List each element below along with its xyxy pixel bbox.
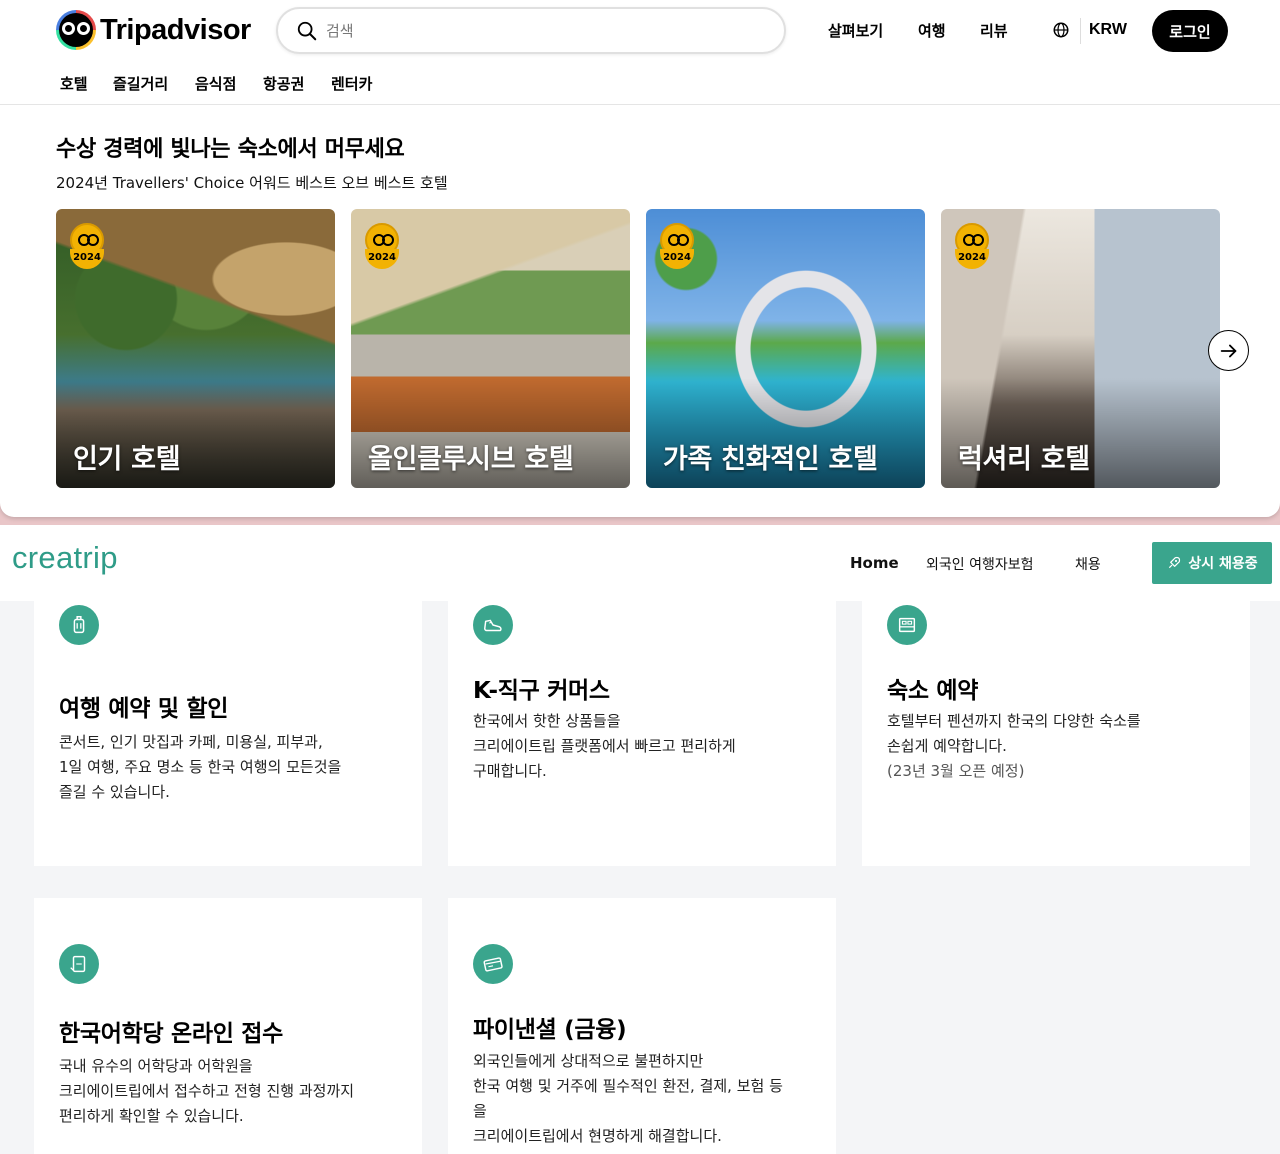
section-title: 수상 경력에 빛나는 숙소에서 머무세요 — [56, 137, 405, 162]
form-icon — [59, 944, 99, 984]
subnav-hotels[interactable]: 호텔 — [60, 73, 88, 94]
currency-selector[interactable]: KRW — [1089, 21, 1127, 39]
search-box[interactable] — [276, 7, 786, 54]
card-icon — [473, 944, 513, 984]
service-card-accommodation[interactable]: 숙소 예약 호텔부터 펜션까지 한국의 다양한 숙소를 손쉽게 예약합니다. (23… — [862, 601, 1250, 866]
opening-note: (23년 3월 오픈 예정) — [887, 762, 1025, 780]
service-description: 콘서트, 인기 맛집과 카페, 미용실, 피부과, 1일 여행, 주요 명소 등 … — [59, 733, 342, 801]
bed-icon — [887, 605, 927, 645]
travellers-choice-badge-icon: 2024 — [955, 223, 989, 269]
nav-reviews[interactable]: 리뷰 — [980, 20, 1008, 41]
nav-trips[interactable]: 여행 — [918, 20, 946, 41]
nav-travel-insurance[interactable]: 외국인 여행자보험 — [926, 554, 1034, 574]
hotel-card-family[interactable]: 2024 가족 친화적인 호텔 — [646, 209, 925, 488]
travellers-choice-badge-icon: 2024 — [660, 223, 694, 269]
service-description: 국내 유수의 어학당과 어학원을 크리에이트립에서 접수하고 전형 진행 과정까지… — [59, 1057, 355, 1125]
globe-icon[interactable] — [1052, 21, 1070, 39]
card-label: 럭셔리 호텔 — [958, 444, 1090, 475]
nav-home[interactable]: Home — [850, 554, 899, 572]
service-card-travel-booking[interactable]: 여행 예약 및 할인 콘서트, 인기 맛집과 카페, 미용실, 피부과, 1일 여… — [34, 601, 422, 866]
hotel-card-popular[interactable]: 2024 인기 호텔 — [56, 209, 335, 488]
hiring-button[interactable]: 상시 채용중 — [1152, 542, 1272, 584]
tripadvisor-logo[interactable]: Tripadvisor — [56, 10, 251, 50]
owl-icon — [56, 10, 96, 50]
hiring-button-label: 상시 채용중 — [1188, 556, 1258, 572]
rocket-icon — [1169, 556, 1181, 569]
service-title: K-직구 커머스 — [473, 678, 610, 704]
carousel-next-button[interactable] — [1208, 330, 1249, 371]
service-title: 파이낸셜 (금융) — [473, 1017, 627, 1043]
service-title: 숙소 예약 — [887, 678, 979, 704]
hotel-card-luxury[interactable]: 2024 럭셔리 호텔 — [941, 209, 1220, 488]
search-icon — [297, 21, 317, 40]
subnav-flights[interactable]: 항공권 — [263, 73, 304, 94]
shoe-icon — [473, 605, 513, 645]
creatrip-header: creatrip Home 외국인 여행자보험 채용 상시 채용중 — [0, 525, 1280, 601]
service-description: 한국에서 핫한 상품들을 크리에이트립 플랫폼에서 빠르고 편리하게 구매합니다. — [473, 712, 736, 780]
travellers-choice-badge-icon: 2024 — [70, 223, 104, 269]
service-card-financial[interactable]: 파이낸셜 (금융) 외국인들에게 상대적으로 불편하지만 한국 여행 및 거주에 … — [448, 898, 836, 1154]
nav-explore[interactable]: 살펴보기 — [828, 20, 883, 41]
tripadvisor-screenshot: Tripadvisor 살펴보기 여행 리뷰 KRW 로그인 호텔 즐길거리 음… — [0, 0, 1280, 525]
subnav-rental-cars[interactable]: 렌터카 — [331, 73, 372, 94]
section-subtitle: 2024년 Travellers' Choice 어워드 베스트 오브 베스트 … — [56, 174, 448, 192]
nav-divider — [1080, 18, 1081, 44]
header-divider — [0, 104, 1280, 105]
nav-jobs[interactable]: 채용 — [1075, 554, 1101, 574]
subnav-things-to-do[interactable]: 즐길거리 — [113, 73, 168, 94]
brand-name: Tripadvisor — [100, 13, 251, 46]
card-label: 가족 친화적인 호텔 — [663, 444, 878, 475]
service-description: 외국인들에게 상대적으로 불편하지만 한국 여행 및 거주에 필수적인 환전, 결… — [473, 1052, 783, 1145]
luggage-icon — [59, 605, 99, 645]
search-input[interactable] — [326, 21, 726, 40]
subnav-restaurants[interactable]: 음식점 — [195, 73, 236, 94]
login-button[interactable]: 로그인 — [1152, 10, 1228, 52]
travellers-choice-badge-icon: 2024 — [365, 223, 399, 269]
arrow-right-icon — [1220, 344, 1236, 357]
service-title: 한국어학당 온라인 접수 — [59, 1021, 284, 1047]
hotel-card-all-inclusive[interactable]: 2024 올인클루시브 호텔 — [351, 209, 630, 488]
card-label: 올인클루시브 호텔 — [368, 444, 574, 475]
service-card-k-commerce[interactable]: K-직구 커머스 한국에서 핫한 상품들을 크리에이트립 플랫폼에서 빠르고 편리… — [448, 601, 836, 866]
service-title: 여행 예약 및 할인 — [59, 696, 229, 722]
card-label: 인기 호텔 — [73, 444, 181, 475]
creatrip-logo[interactable]: creatrip — [12, 540, 118, 576]
tripadvisor-page: Tripadvisor 살펴보기 여행 리뷰 KRW 로그인 호텔 즐길거리 음… — [0, 0, 1280, 517]
service-description: 호텔부터 펜션까지 한국의 다양한 숙소를 손쉽게 예약합니다. (23년 3월 오… — [887, 712, 1141, 780]
service-card-language-school[interactable]: 한국어학당 온라인 접수 국내 유수의 어학당과 어학원을 크리에이트립에서 접수… — [34, 898, 422, 1154]
